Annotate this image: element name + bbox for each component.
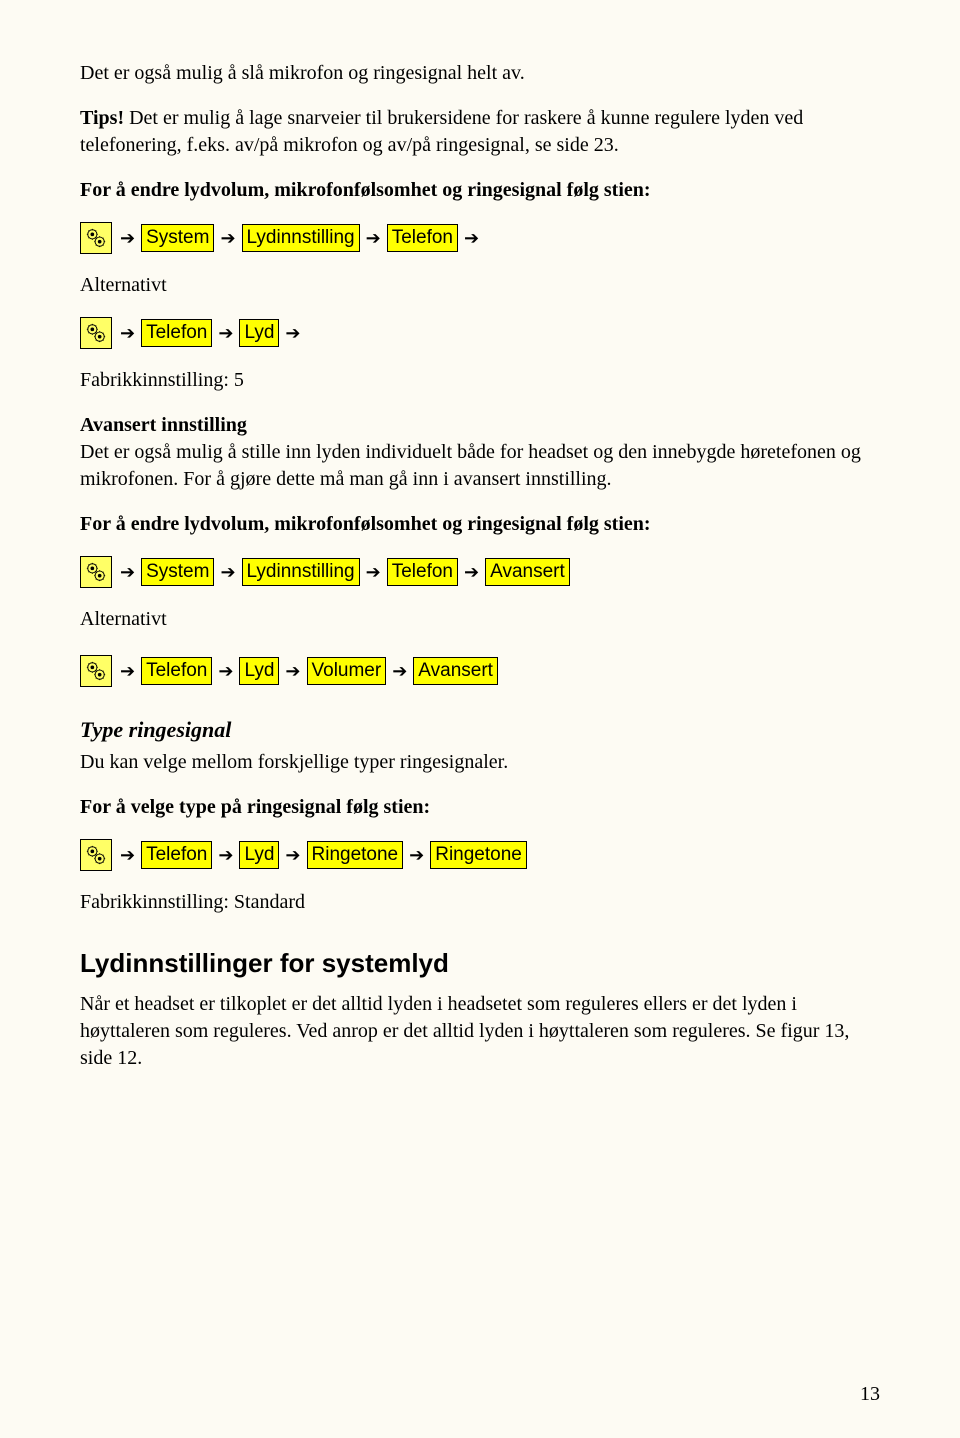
path-chip: Telefon: [141, 841, 212, 869]
arrow-icon: ➔: [285, 843, 300, 867]
path-3: ➔ System ➔ Lydinnstilling ➔ Telefon ➔ Av…: [80, 556, 880, 588]
path-chip: Lyd: [239, 657, 279, 685]
path-chip: Lyd: [239, 841, 279, 869]
arrow-icon: ➔: [366, 560, 381, 584]
intro-text: Det er også mulig å slå mikrofon og ring…: [80, 60, 880, 87]
advanced-heading: Avansert innstilling: [80, 414, 247, 436]
advanced-block: Avansert innstilling Det er også mulig å…: [80, 412, 880, 493]
arrow-icon: ➔: [392, 659, 407, 683]
path-chip: Volumer: [307, 657, 387, 685]
path-1: ➔ System ➔ Lydinnstilling ➔ Telefon ➔: [80, 222, 880, 254]
gear-icon: [80, 222, 112, 254]
arrow-icon: ➔: [464, 560, 479, 584]
arrow-icon: ➔: [218, 843, 233, 867]
path-chip: Lyd: [239, 319, 279, 347]
path-chip: Ringetone: [430, 841, 527, 869]
arrow-icon: ➔: [285, 321, 300, 345]
type-ringesignal-heading: Type ringesignal: [80, 715, 880, 745]
systemlyd-heading: Lydinnstillinger for systemlyd: [80, 946, 880, 981]
path-chip: System: [141, 224, 214, 252]
tips-label: Tips!: [80, 107, 124, 129]
arrow-icon: ➔: [120, 226, 135, 250]
gear-icon: [80, 556, 112, 588]
alternativt-label-2: Alternativt: [80, 606, 880, 633]
systemlyd-text: Når et headset er tilkoplet er det allti…: [80, 991, 880, 1072]
path-chip: Avansert: [485, 558, 570, 586]
arrow-icon: ➔: [218, 659, 233, 683]
path-chip: System: [141, 558, 214, 586]
path-chip: Lydinnstilling: [242, 224, 360, 252]
gear-icon: [80, 317, 112, 349]
path-heading-1: For å endre lydvolum, mikrofonfølsomhet …: [80, 177, 880, 204]
path-5: ➔ Telefon ➔ Lyd ➔ Ringetone ➔ Ringetone: [80, 839, 880, 871]
path-chip: Ringetone: [307, 841, 404, 869]
tips-body: Det er mulig å lage snarveier til bruker…: [80, 107, 803, 156]
path-chip: Telefon: [141, 319, 212, 347]
path-chip: Lydinnstilling: [242, 558, 360, 586]
arrow-icon: ➔: [220, 560, 235, 584]
alternativt-label: Alternativt: [80, 272, 880, 299]
type-ringesignal-text: Du kan velge mellom forskjellige typer r…: [80, 749, 880, 776]
path-chip: Telefon: [141, 657, 212, 685]
arrow-icon: ➔: [285, 659, 300, 683]
arrow-icon: ➔: [120, 659, 135, 683]
arrow-icon: ➔: [220, 226, 235, 250]
gear-icon: [80, 655, 112, 687]
path-chip: Telefon: [387, 558, 458, 586]
arrow-icon: ➔: [409, 843, 424, 867]
fabrikk-2: Fabrikkinnstilling: Standard: [80, 889, 880, 916]
page-number: 13: [860, 1381, 880, 1408]
tips-paragraph: Tips! Det er mulig å lage snarveier til …: [80, 105, 880, 159]
path-chip: Avansert: [413, 657, 498, 685]
arrow-icon: ➔: [366, 226, 381, 250]
arrow-icon: ➔: [464, 226, 479, 250]
arrow-icon: ➔: [120, 321, 135, 345]
advanced-text: Det er også mulig å stille inn lyden ind…: [80, 441, 861, 490]
path-2: ➔ Telefon ➔ Lyd ➔: [80, 317, 880, 349]
arrow-icon: ➔: [120, 843, 135, 867]
path-heading-3: For å velge type på ringesignal følg sti…: [80, 794, 880, 821]
fabrikk-1: Fabrikkinnstilling: 5: [80, 367, 880, 394]
arrow-icon: ➔: [120, 560, 135, 584]
path-heading-2: For å endre lydvolum, mikrofonfølsomhet …: [80, 511, 880, 538]
path-chip: Telefon: [387, 224, 458, 252]
gear-icon: [80, 839, 112, 871]
arrow-icon: ➔: [218, 321, 233, 345]
path-4: ➔ Telefon ➔ Lyd ➔ Volumer ➔ Avansert: [80, 655, 880, 687]
